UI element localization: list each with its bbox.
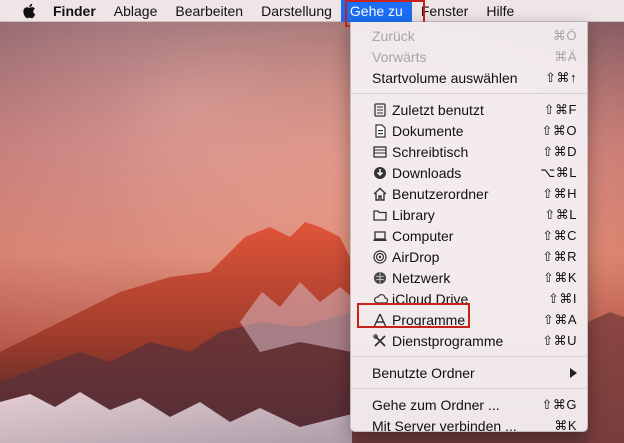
submenu-arrow-icon: [570, 367, 577, 378]
downloads-icon: [372, 165, 388, 181]
menu-item-label: Benutzerordner: [392, 185, 489, 202]
recent-items-icon: [372, 102, 388, 118]
apple-logo-icon: [23, 3, 36, 18]
utilities-icon: [372, 333, 388, 349]
menu-item-label: Netzwerk: [392, 269, 451, 286]
menu-item-computer[interactable]: Computer ⇧⌘C: [351, 225, 587, 246]
menu-item-programme[interactable]: Programme ⇧⌘A: [351, 309, 587, 330]
menu-item-label: Mit Server verbinden ...: [372, 417, 517, 434]
menu-gehe-zu[interactable]: Gehe zu: [340, 0, 412, 22]
menu-item-dokumente[interactable]: Dokumente ⇧⌘O: [351, 120, 587, 141]
menu-item-shortcut: ⇧⌘R: [542, 248, 577, 264]
menu-item-zuletzt-benutzt[interactable]: Zuletzt benutzt ⇧⌘F: [351, 99, 587, 120]
menu-item-schreibtisch[interactable]: Schreibtisch ⇧⌘D: [351, 141, 587, 162]
menu-item-shortcut: ⌘Ä: [554, 48, 577, 64]
menu-item-benutzte-ordner[interactable]: Benutzte Ordner: [351, 362, 587, 383]
menu-item-label: Dienstprogramme: [392, 332, 504, 349]
menu-item-vorwaerts[interactable]: Vorwärts ⌘Ä: [351, 46, 587, 67]
menu-item-label: Zuletzt benutzt: [392, 101, 484, 118]
menu-item-label: Programme: [392, 311, 466, 328]
menu-item-label: Schreibtisch: [392, 143, 469, 160]
desktop-icon: [372, 144, 388, 160]
menu-item-shortcut: ⌘K: [554, 417, 577, 433]
applications-icon: [372, 312, 388, 328]
menu-item-label: Gehe zum Ordner ...: [372, 396, 500, 413]
menu-item-label: Library: [392, 206, 435, 223]
menu-bar: Finder Ablage Bearbeiten Darstellung Geh…: [0, 0, 624, 22]
menu-fenster[interactable]: Fenster: [412, 0, 477, 22]
menu-item-shortcut: ⇧⌘H: [542, 185, 577, 201]
menu-item-shortcut: ⇧⌘G: [541, 396, 577, 412]
menu-item-airdrop[interactable]: AirDrop ⇧⌘R: [351, 246, 587, 267]
menu-item-label: AirDrop: [392, 248, 440, 265]
network-icon: [372, 270, 388, 286]
menu-item-label: Benutzte Ordner: [372, 364, 475, 381]
menu-item-label: Dokumente: [392, 122, 464, 139]
menu-item-shortcut: ⇧⌘L: [544, 206, 577, 222]
gehe-zu-dropdown-menu: Zurück ⌘Ö Vorwärts ⌘Ä Startvolume auswäh…: [350, 22, 588, 434]
menu-darstellung[interactable]: Darstellung: [252, 0, 341, 22]
menu-item-netzwerk[interactable]: Netzwerk ⇧⌘K: [351, 267, 587, 288]
airdrop-icon: [372, 249, 388, 265]
menu-item-shortcut: ⇧⌘O: [541, 122, 577, 138]
menu-hilfe[interactable]: Hilfe: [477, 0, 523, 22]
menu-item-shortcut: ⇧⌘A: [542, 311, 577, 327]
menu-item-icloud-drive[interactable]: iCloud Drive ⇧⌘I: [351, 288, 587, 309]
menu-item-shortcut: ⇧⌘C: [542, 227, 577, 243]
menu-item-downloads[interactable]: Downloads ⌥⌘L: [351, 162, 587, 183]
menu-finder[interactable]: Finder: [44, 0, 105, 22]
menu-ablage[interactable]: Ablage: [105, 0, 167, 22]
menu-item-label: Startvolume auswählen: [372, 69, 518, 86]
menu-item-label: iCloud Drive: [392, 290, 469, 307]
menu-item-shortcut: ⇧⌘I: [547, 290, 577, 306]
menu-item-startvolume[interactable]: Startvolume auswählen ⇧⌘↑: [351, 67, 587, 88]
menu-separator: [351, 356, 587, 357]
menu-item-shortcut: ⇧⌘D: [542, 143, 577, 159]
documents-icon: [372, 123, 388, 139]
icloud-icon: [372, 291, 388, 307]
menu-item-benutzerordner[interactable]: Benutzerordner ⇧⌘H: [351, 183, 587, 204]
menu-separator: [351, 388, 587, 389]
menu-item-shortcut: ⇧⌘K: [542, 269, 577, 285]
menu-item-gehe-zum-ordner[interactable]: Gehe zum Ordner ... ⇧⌘G: [351, 394, 587, 415]
menu-item-dienstprogramme[interactable]: Dienstprogramme ⇧⌘U: [351, 330, 587, 351]
menu-item-shortcut: ⌘Ö: [552, 27, 577, 43]
apple-menu[interactable]: [18, 3, 40, 19]
menu-item-zurueck[interactable]: Zurück ⌘Ö: [351, 25, 587, 46]
menu-item-label: Computer: [392, 227, 454, 244]
menu-item-shortcut: ⇧⌘↑: [545, 69, 577, 85]
menu-item-library[interactable]: Library ⇧⌘L: [351, 204, 587, 225]
menu-item-label: Downloads: [392, 164, 462, 181]
home-icon: [372, 186, 388, 202]
menu-item-label: Vorwärts: [372, 48, 427, 65]
menu-item-shortcut: ⌥⌘L: [540, 164, 577, 180]
menu-item-shortcut: ⇧⌘F: [543, 101, 577, 117]
menu-item-label: Zurück: [372, 27, 415, 44]
computer-icon: [372, 228, 388, 244]
menu-item-shortcut: ⇧⌘U: [542, 332, 577, 348]
menu-separator: [351, 93, 587, 94]
menu-item-mit-server-verbinden[interactable]: Mit Server verbinden ... ⌘K: [351, 415, 587, 436]
folder-icon: [372, 207, 388, 223]
menu-bearbeiten[interactable]: Bearbeiten: [166, 0, 252, 22]
